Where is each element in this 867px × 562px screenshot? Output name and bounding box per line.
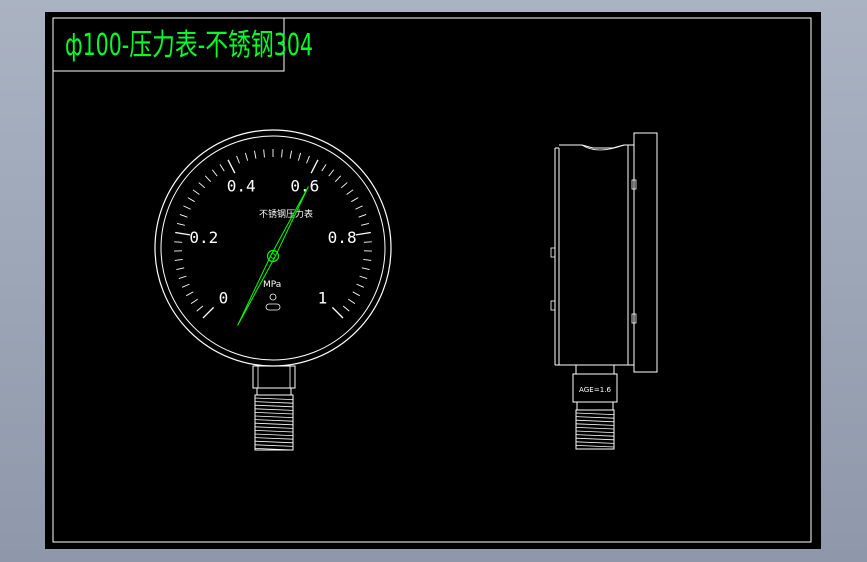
dial-tick [202, 306, 215, 319]
drawing-title: ф100-压力表-不锈钢304 [65, 28, 313, 63]
dial-tick [190, 298, 198, 305]
dial-tick [244, 152, 249, 161]
dial-tick [363, 258, 372, 261]
dial-mark-badge [265, 303, 281, 311]
dial-tick [187, 197, 195, 203]
dial-tick [328, 169, 335, 177]
dial-tick [321, 164, 327, 172]
dial-tick [176, 267, 185, 271]
dial-tick [196, 305, 204, 312]
dial-tick [174, 241, 183, 243]
dial-tick [356, 283, 365, 288]
dial-tick [183, 205, 191, 210]
needle-hub-center [270, 253, 276, 259]
dial-tick [174, 258, 183, 261]
stem-socket [252, 365, 296, 389]
dial-tick [346, 189, 354, 195]
dial-tick [306, 155, 310, 164]
dial-label: 1 [318, 288, 328, 307]
dial-tick [342, 305, 350, 312]
dial-tick [352, 291, 360, 297]
dial-tick [297, 152, 302, 161]
dial-tick [263, 149, 265, 158]
dial-tick [334, 175, 342, 182]
dial-tick [363, 241, 372, 243]
dial-tick [192, 189, 200, 195]
gauge-needle [237, 186, 309, 326]
drawing-sheet: ф100-压力表-不锈钢304 0 0.2 0.4 0.6 0.8 1 不锈钢压力表 MP… [45, 12, 821, 549]
dial-tick [254, 150, 257, 159]
dial-label: 0 [219, 288, 229, 307]
dial-label: 0.2 [189, 228, 218, 247]
dial-tick [355, 231, 371, 236]
front-thread [254, 394, 294, 451]
dial-tick [181, 283, 190, 288]
dial-tick [340, 182, 348, 189]
side-grade-text: AGE=1.6 [579, 386, 612, 394]
dial-tick [211, 169, 218, 177]
cad-drawing: ф100-压力表-不锈钢304 00.20.4 0.60.81 不锈钢压力表 MP… [52, 17, 812, 543]
dial-tick [355, 205, 363, 210]
dial-tick [361, 267, 370, 271]
dial-tick [198, 182, 206, 189]
dial-tick [236, 155, 240, 164]
dial-tick [227, 159, 236, 174]
dial-brand-text: 不锈钢压力表 [259, 208, 313, 220]
front-view: 00.20.4 0.60.81 不锈钢压力表 MPa [154, 129, 392, 451]
dial-tick [186, 291, 194, 297]
gauge-inner-ring [160, 135, 386, 361]
dial-unit: MPa [263, 280, 281, 290]
dial-tick [310, 159, 319, 174]
dial-tick [351, 197, 359, 203]
dial-tick [289, 150, 292, 159]
dial-tick [179, 214, 188, 218]
dial-label: 0.8 [328, 228, 357, 247]
dial-tick [358, 214, 367, 218]
dial-label: 0.4 [227, 177, 256, 196]
side-view: AGE=1.6 [550, 132, 658, 450]
side-thread [575, 409, 615, 450]
dial-tick [281, 149, 283, 158]
dial-tick [331, 306, 344, 319]
dial-tick [178, 275, 187, 280]
dial-tick [219, 164, 225, 172]
dial-tick [176, 222, 185, 226]
dial-tick [359, 275, 368, 280]
dial-mark-circle [269, 293, 277, 301]
inner-border [52, 17, 812, 543]
dial-tick [204, 175, 212, 182]
dial-tick [348, 298, 356, 305]
gauge-outer-ring [154, 129, 392, 367]
dial-tick [361, 222, 370, 226]
dial-tick [175, 231, 191, 236]
side-bezel [633, 132, 658, 373]
